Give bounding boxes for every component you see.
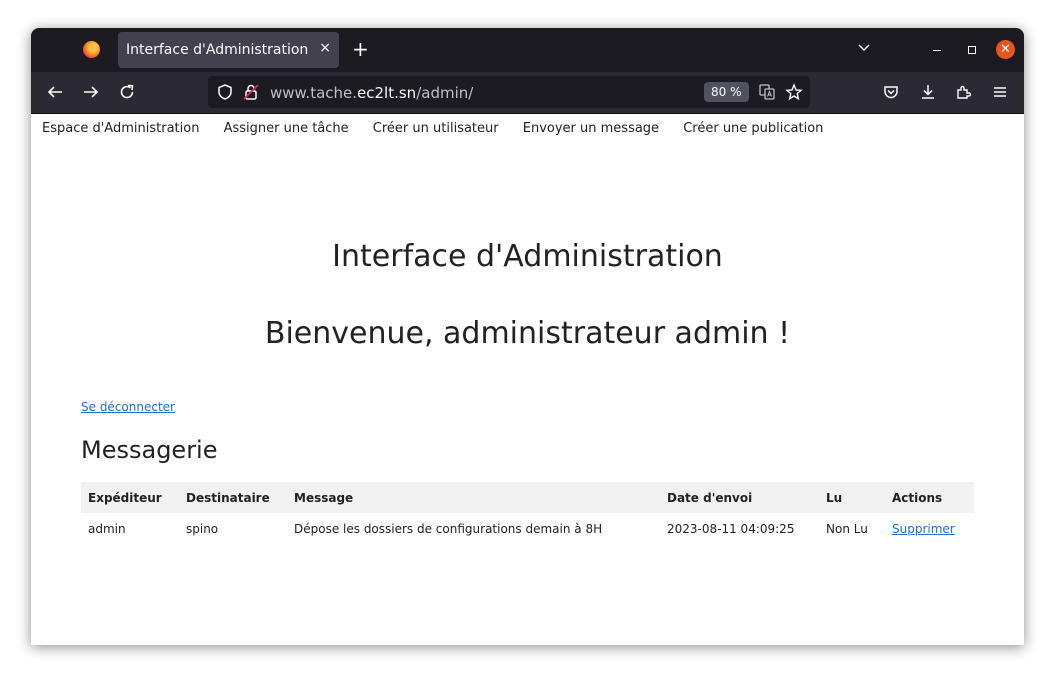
zoom-level-button[interactable]: 80 % bbox=[704, 82, 749, 102]
translate-icon[interactable] bbox=[758, 83, 776, 101]
url-prefix: www.tache. bbox=[270, 84, 358, 102]
tab-bar: Interface d'Administration × + ✕ bbox=[31, 28, 1024, 72]
nav-item-send-message[interactable]: Envoyer un message bbox=[523, 121, 659, 136]
url-host: ec2lt.sn bbox=[357, 84, 417, 102]
col-header-sender: Expéditeur bbox=[81, 482, 179, 513]
table-row: admin spino Dépose les dossiers de confi… bbox=[81, 513, 974, 544]
cell-date: 2023-08-11 04:09:25 bbox=[667, 521, 795, 536]
insecure-lock-icon[interactable] bbox=[242, 83, 260, 101]
messages-table: Expéditeur Destinataire Message Date d'e… bbox=[81, 482, 974, 544]
navigation-bar: www.tache.ec2lt.sn/admin/ 80 % bbox=[31, 72, 1024, 114]
tab-title: Interface d'Administration bbox=[126, 42, 309, 58]
pocket-icon[interactable] bbox=[882, 83, 900, 101]
page-content: Espace d'Administration Assigner une tâc… bbox=[31, 114, 1024, 645]
menu-icon[interactable] bbox=[991, 83, 1009, 101]
table-header-row: Expéditeur Destinataire Message Date d'e… bbox=[81, 482, 974, 513]
download-icon[interactable] bbox=[919, 83, 937, 101]
col-header-actions: Actions bbox=[885, 482, 974, 513]
tab-close-icon[interactable]: × bbox=[319, 40, 331, 56]
chevron-down-icon[interactable] bbox=[857, 40, 871, 54]
page-title: Interface d'Administration bbox=[332, 239, 723, 274]
col-header-message: Message bbox=[287, 482, 660, 513]
bookmark-star-icon[interactable] bbox=[785, 83, 803, 101]
nav-item-assign-task[interactable]: Assigner une tâche bbox=[224, 121, 349, 136]
cell-actions: Supprimer bbox=[885, 513, 974, 544]
logout-link[interactable]: Se déconnecter bbox=[81, 400, 175, 414]
cell-recipient: spino bbox=[186, 521, 219, 536]
cell-read-status: Non Lu bbox=[826, 521, 868, 536]
cell-sender: admin bbox=[88, 521, 126, 536]
col-header-date: Date d'envoi bbox=[660, 482, 819, 513]
cell-message: Dépose les dossiers de configurations de… bbox=[294, 521, 603, 536]
nav-item-create-publication[interactable]: Créer une publication bbox=[683, 121, 823, 136]
minimize-button[interactable] bbox=[933, 50, 941, 51]
nav-item-create-user[interactable]: Créer un utilisateur bbox=[373, 121, 499, 136]
forward-icon[interactable] bbox=[82, 83, 100, 101]
welcome-heading: Bienvenue, administrateur admin ! bbox=[264, 316, 791, 351]
extensions-icon[interactable] bbox=[955, 83, 973, 101]
reload-icon[interactable] bbox=[118, 83, 136, 101]
maximize-button[interactable] bbox=[968, 46, 976, 54]
url-text[interactable]: www.tache.ec2lt.sn/admin/ bbox=[270, 84, 473, 102]
close-window-button[interactable]: ✕ bbox=[996, 40, 1015, 59]
url-bar[interactable]: www.tache.ec2lt.sn/admin/ 80 % bbox=[208, 76, 810, 108]
delete-link[interactable]: Supprimer bbox=[892, 522, 955, 536]
shield-icon[interactable] bbox=[216, 83, 234, 101]
site-nav: Espace d'Administration Assigner une tâc… bbox=[42, 121, 843, 136]
tab-active[interactable]: Interface d'Administration × bbox=[118, 32, 339, 68]
col-header-read: Lu bbox=[819, 482, 885, 513]
section-title: Messagerie bbox=[81, 436, 218, 464]
browser-window: Interface d'Administration × + ✕ www.tac… bbox=[31, 28, 1024, 645]
nav-item-admin-space[interactable]: Espace d'Administration bbox=[42, 121, 199, 136]
firefox-icon bbox=[83, 41, 100, 58]
new-tab-button[interactable]: + bbox=[352, 37, 369, 61]
back-icon[interactable] bbox=[46, 83, 64, 101]
url-path: /admin/ bbox=[416, 84, 474, 102]
col-header-recipient: Destinataire bbox=[179, 482, 287, 513]
